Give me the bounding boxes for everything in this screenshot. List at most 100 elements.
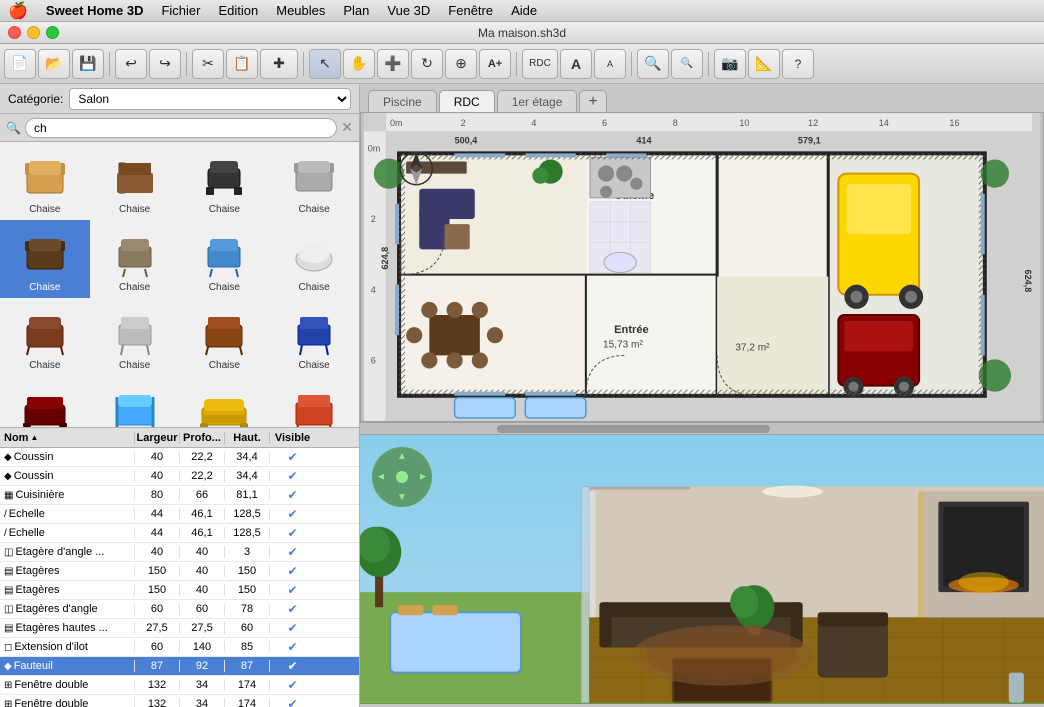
add-button[interactable]: ✚: [260, 49, 298, 79]
col-width[interactable]: Largeur: [135, 432, 180, 444]
table-row[interactable]: ▤ Etagères 150 40 150 ✔: [0, 581, 359, 600]
table-row[interactable]: / Echelle 44 46,1 128,5 ✔: [0, 524, 359, 543]
col-depth[interactable]: Profo...: [180, 432, 225, 444]
text-a2[interactable]: A: [594, 49, 626, 79]
menu-aide[interactable]: Aide: [503, 2, 545, 19]
minimize-button[interactable]: [27, 26, 40, 39]
paste-button[interactable]: 📋: [226, 49, 258, 79]
tab-add-button[interactable]: +: [579, 90, 606, 112]
search-clear-button[interactable]: ✕: [341, 119, 353, 136]
redo-button[interactable]: ↪: [149, 49, 181, 79]
cut-button[interactable]: ✂: [192, 49, 224, 79]
menu-plan[interactable]: Plan: [335, 2, 377, 19]
table-row[interactable]: ▦ Cuisinière 80 66 81,1 ✔: [0, 486, 359, 505]
create-room[interactable]: ➕: [377, 49, 409, 79]
floorplan-area[interactable]: 0m 2 4 6 8 10 12 14 16 0m 2 4 6 500,4 41…: [360, 112, 1044, 422]
col-name[interactable]: Nom ▲: [0, 432, 135, 444]
close-button[interactable]: [8, 26, 21, 39]
rotate2-tool[interactable]: ⊕: [445, 49, 477, 79]
rdc-button[interactable]: RDC: [522, 49, 558, 79]
table-row[interactable]: ◫ Etagère d'angle ... 40 40 3 ✔: [0, 543, 359, 562]
nav-center[interactable]: [396, 471, 408, 483]
table-row[interactable]: / Echelle 44 46,1 128,5 ✔: [0, 505, 359, 524]
furniture-item[interactable]: Chaise: [90, 220, 180, 298]
table-row[interactable]: ⊞ Fenêtre double 132 34 174 ✔: [0, 676, 359, 695]
furniture-item[interactable]: Chaise: [0, 298, 90, 376]
save-button[interactable]: 💾: [72, 49, 104, 79]
navigation-widget[interactable]: ▲ ▼ ◄ ►: [372, 447, 432, 507]
table-row[interactable]: ◆ Fauteuil 87 92 87 ✔: [0, 657, 359, 676]
furniture-item-selected[interactable]: Chaise: [0, 220, 90, 298]
furniture-item[interactable]: Chaise: [269, 298, 359, 376]
view3d[interactable]: ▲ ▼ ◄ ►: [360, 434, 1044, 704]
furniture-item[interactable]: Chaise: [0, 142, 90, 220]
row-depth: 27,5: [180, 622, 225, 634]
table-row[interactable]: ◫ Etagères d'angle 60 60 78 ✔: [0, 600, 359, 619]
menu-vue3d[interactable]: Vue 3D: [379, 2, 438, 19]
table-row[interactable]: ▤ Etagères hautes ... 27,5 27,5 60 ✔: [0, 619, 359, 638]
row-name: Coussin: [14, 470, 54, 482]
maximize-button[interactable]: [46, 26, 59, 39]
floorplan-scrollbar[interactable]: [360, 422, 1044, 434]
text-size[interactable]: A+: [479, 49, 511, 79]
menu-fenetre[interactable]: Fenêtre: [440, 2, 501, 19]
furniture-item[interactable]: Chaise: [180, 298, 270, 376]
furniture-item[interactable]: Chaise: [180, 220, 270, 298]
sort-icon: ▲: [30, 433, 38, 442]
category-select[interactable]: Salon: [69, 88, 351, 110]
nav-left-arrow[interactable]: ◄: [376, 472, 386, 483]
nav-circle[interactable]: ▲ ▼ ◄ ►: [372, 447, 432, 507]
nav-up-arrow[interactable]: ▲: [397, 451, 407, 462]
new-button[interactable]: 📄: [4, 49, 36, 79]
menu-edition[interactable]: Edition: [210, 2, 266, 19]
row-depth: 66: [180, 489, 225, 501]
tab-piscine[interactable]: Piscine: [368, 90, 437, 112]
svg-text:500,4: 500,4: [455, 135, 478, 145]
menu-sweethome[interactable]: Sweet Home 3D: [38, 2, 152, 19]
camera-button[interactable]: 📷: [714, 49, 746, 79]
pan-tool[interactable]: ✋: [343, 49, 375, 79]
search-input[interactable]: [25, 118, 337, 138]
select-tool[interactable]: ↖: [309, 49, 341, 79]
furniture-item[interactable]: Chaise: [90, 142, 180, 220]
table-row[interactable]: ◻ Extension d'ilot 60 140 85 ✔: [0, 638, 359, 657]
help-button[interactable]: ?: [782, 49, 814, 79]
row-width: 27,5: [135, 622, 180, 634]
rotate-tool[interactable]: ↻: [411, 49, 443, 79]
menu-meubles[interactable]: Meubles: [268, 2, 333, 19]
table-row[interactable]: ⊞ Fenêtre double 132 34 174 ✔: [0, 695, 359, 707]
menu-fichier[interactable]: Fichier: [153, 2, 208, 19]
category-bar: Catégorie: Salon: [0, 84, 359, 114]
apple-menu[interactable]: 🍎: [8, 1, 28, 21]
row-width: 60: [135, 603, 180, 615]
tab-rdc[interactable]: RDC: [439, 90, 495, 112]
furniture-item[interactable]: Chaise: [269, 376, 359, 427]
undo-button[interactable]: ↩: [115, 49, 147, 79]
tab-1er-etage[interactable]: 1er étage: [497, 90, 578, 112]
text-a1[interactable]: A: [560, 49, 592, 79]
table-row[interactable]: ◆ Coussin 40 22,2 34,4 ✔: [0, 448, 359, 467]
zoom-in[interactable]: 🔍: [637, 49, 669, 79]
svg-text:0m: 0m: [390, 118, 403, 128]
row-height: 128,5: [225, 508, 270, 520]
measure-button[interactable]: 📐: [748, 49, 780, 79]
svg-text:12: 12: [808, 118, 818, 128]
furniture-item[interactable]: Chaise: [90, 376, 180, 427]
table-row[interactable]: ◆ Coussin 40 22,2 34,4 ✔: [0, 467, 359, 486]
furniture-label: Chaise: [29, 360, 60, 371]
col-height[interactable]: Haut.: [225, 432, 270, 444]
furniture-item[interactable]: Chaise: [90, 298, 180, 376]
nav-right-arrow[interactable]: ►: [418, 472, 428, 483]
furniture-item[interactable]: Fauteuil: [180, 376, 270, 427]
furniture-item[interactable]: Chaise: [0, 376, 90, 427]
zoom-out[interactable]: 🔍: [671, 49, 703, 79]
furniture-item[interactable]: Chaise: [180, 142, 270, 220]
col-visible[interactable]: Visible: [270, 432, 315, 444]
open-button[interactable]: 📂: [38, 49, 70, 79]
table-row[interactable]: ▤ Etagères 150 40 150 ✔: [0, 562, 359, 581]
furniture-item[interactable]: Chaise: [269, 220, 359, 298]
furniture-item[interactable]: Chaise: [269, 142, 359, 220]
row-depth: 34: [180, 698, 225, 707]
nav-down-arrow[interactable]: ▼: [397, 492, 407, 503]
svg-text:2: 2: [371, 214, 376, 224]
